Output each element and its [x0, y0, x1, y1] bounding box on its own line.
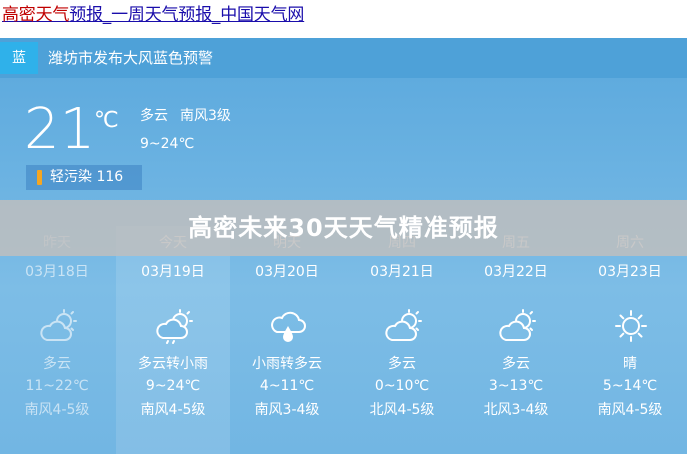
partly-cloudy-icon — [385, 309, 422, 341]
overlay-title: 高密未来30天天气精准预报 — [188, 214, 499, 242]
title-overlay-banner: 高密未来30天天气精准预报 — [0, 200, 687, 256]
title-highlight: 高密天气 — [2, 5, 70, 25]
sun-icon — [615, 310, 647, 342]
aqi-level-mark — [37, 170, 42, 185]
day-wind: 南风4-5级 — [140, 402, 206, 418]
forecast-day-yesterday[interactable]: 昨天 03月18日 多云 11~22℃ 南风4-5级 — [0, 226, 114, 454]
day-wind: 南风3-4级 — [254, 402, 320, 418]
alert-text[interactable]: 潍坊市发布大风蓝色预警 — [48, 38, 213, 78]
current-range: 9~24℃ — [140, 136, 195, 152]
partly-cloudy-icon — [499, 309, 536, 341]
current-wind: 南风3级 — [180, 108, 231, 124]
day-date: 03月22日 — [484, 264, 548, 280]
day-range: 3~13℃ — [488, 378, 544, 394]
partly-cloudy-icon — [40, 309, 77, 341]
day-date: 03月18日 — [25, 264, 89, 280]
day-condition: 多云 — [388, 356, 416, 372]
day-range: 4~11℃ — [259, 378, 315, 394]
temperature-unit: ℃ — [94, 108, 119, 133]
title-rest: 预报_一周天气预报_中国天气网 — [69, 5, 305, 25]
day-date: 03月23日 — [598, 264, 662, 280]
day-wind: 北风4-5级 — [369, 402, 435, 418]
day-range: 5~14℃ — [602, 378, 658, 394]
weather-panel: 蓝 潍坊市发布大风蓝色预警 21 ℃ 多云 南风3级 9~24℃ 轻污染 116 … — [0, 38, 687, 454]
aqi-text: 轻污染 116 — [50, 169, 124, 185]
alert-bar[interactable]: 蓝 潍坊市发布大风蓝色预警 — [0, 38, 687, 78]
forecast-strip: 昨天 03月18日 多云 11~22℃ 南风4-5级 今天 03月19日 — [0, 226, 687, 454]
forecast-day-sat[interactable]: 周六 03月23日 晴 5~14℃ 南风4-5级 — [573, 226, 687, 454]
day-condition: 小雨转多云 — [252, 356, 322, 372]
day-date: 03月20日 — [255, 264, 319, 280]
day-wind: 南风4-5级 — [597, 402, 663, 418]
page-title-link[interactable]: 高密天气预报_一周天气预报_中国天气网 — [2, 3, 304, 27]
rain-drop-icon — [271, 311, 306, 342]
day-condition: 多云转小雨 — [138, 356, 208, 372]
forecast-day-today[interactable]: 今天 03月19日 多云转小雨 9~24℃ 南风4-5级 — [116, 226, 230, 454]
cloud-rain-icon — [156, 309, 193, 344]
forecast-day-thu[interactable]: 周四 03月21日 多云 0~10℃ 北风4-5级 — [345, 226, 459, 454]
day-wind: 北风3-4级 — [483, 402, 549, 418]
current-condition: 多云 — [140, 108, 168, 124]
day-range: 11~22℃ — [25, 378, 89, 394]
day-condition: 多云 — [502, 356, 530, 372]
current-temperature: 21 — [24, 97, 96, 162]
day-range: 9~24℃ — [145, 378, 201, 394]
day-condition: 晴 — [623, 356, 637, 372]
day-date: 03月21日 — [370, 264, 434, 280]
day-condition: 多云 — [43, 356, 71, 372]
aqi-badge[interactable]: 轻污染 116 — [26, 165, 142, 190]
day-wind: 南风4-5级 — [24, 402, 90, 418]
day-range: 0~10℃ — [374, 378, 430, 394]
current-condition-line: 多云 南风3级 — [140, 105, 231, 127]
alert-level-badge: 蓝 — [0, 42, 38, 74]
day-date: 03月19日 — [141, 264, 205, 280]
forecast-day-fri[interactable]: 周五 03月22日 多云 3~13℃ 北风3-4级 — [459, 226, 573, 454]
forecast-day-tomorrow[interactable]: 明天 03月20日 小雨转多云 4~11℃ 南风3-4级 — [230, 226, 344, 454]
